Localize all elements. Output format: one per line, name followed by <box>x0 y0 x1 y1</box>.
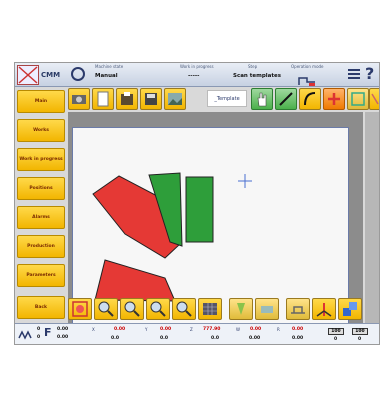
save-icon[interactable] <box>140 88 162 110</box>
step-label: Step <box>248 64 258 69</box>
axis-icon[interactable] <box>312 298 336 320</box>
tab-template[interactable]: _Template <box>207 90 247 107</box>
step-value: Scan templates <box>233 73 282 79</box>
work-in-progress-label: Work in progress <box>180 64 214 69</box>
z-label: Z <box>190 327 193 332</box>
grid-icon[interactable] <box>198 298 222 320</box>
zoom-in-icon[interactable] <box>94 298 118 320</box>
application-window: CMM Machine state Manual Work in progres… <box>14 62 380 345</box>
sidebar-item-parameters[interactable]: Parameters <box>17 264 65 287</box>
f-value-2: 0.00 <box>57 335 69 340</box>
photo-icon[interactable] <box>164 88 186 110</box>
z-value: 777.90 <box>203 327 221 332</box>
camera-icon[interactable] <box>68 88 90 110</box>
sidebar-item-work-in-progress[interactable]: Work in progress <box>17 148 65 171</box>
vertical-scrollbar[interactable] <box>365 112 379 344</box>
ruler-icon[interactable] <box>229 298 253 320</box>
status-bar: 0 0 F 0.00 0.00 X 0.00 0.0 Y 0.00 0.0 Z … <box>15 323 379 344</box>
sheet-icon[interactable] <box>92 88 114 110</box>
crosshair-icon <box>238 174 252 188</box>
x-label: X <box>92 327 95 332</box>
template-sheet[interactable] <box>72 127 349 327</box>
header-bar: CMM Machine state Manual Work in progres… <box>15 63 379 87</box>
status-left-value-2: 0 <box>37 335 41 340</box>
speed-value[interactable]: 100 <box>328 328 344 335</box>
red-shape-lower <box>94 259 176 302</box>
operation-mode-icon[interactable] <box>297 72 317 86</box>
fit-icon[interactable] <box>347 88 369 110</box>
y-value: 0.00 <box>160 327 172 332</box>
globe-icon[interactable] <box>71 67 85 81</box>
transform-icon[interactable] <box>338 298 362 320</box>
measure-icon[interactable] <box>286 298 310 320</box>
drawing-icon[interactable] <box>116 88 138 110</box>
x-sub-value: 0.0 <box>111 336 119 341</box>
line-icon[interactable] <box>275 88 297 110</box>
sidebar-item-alarms[interactable]: Alarms <box>17 206 65 229</box>
sidebar-item-production[interactable]: Production <box>17 235 65 258</box>
arc-icon[interactable] <box>299 88 321 110</box>
select-icon[interactable] <box>68 298 92 320</box>
sidebar-item-works[interactable]: Works <box>17 119 65 142</box>
sidebar-item-positions[interactable]: Positions <box>17 177 65 200</box>
r-value: 0.00 <box>292 327 304 332</box>
layer-icon[interactable] <box>255 298 279 320</box>
y-sub-value: 0.0 <box>160 336 168 341</box>
percent-value[interactable]: 100 <box>352 328 368 335</box>
green-shape-right <box>185 176 214 243</box>
machine-state-label: Machine state <box>95 64 124 69</box>
warning-icon[interactable] <box>369 88 379 110</box>
sidebar-item-back[interactable]: Back <box>17 296 65 319</box>
w-sub-value: 0.00 <box>249 336 261 341</box>
f-label: F <box>44 326 52 339</box>
cmm-logo-icon <box>17 65 39 85</box>
speed-sub-value: 0 <box>334 337 338 342</box>
work-in-progress-value: ----- <box>188 73 200 79</box>
zoom-fit-icon[interactable] <box>172 298 196 320</box>
x-value: 0.00 <box>114 327 126 332</box>
f-value-1: 0.00 <box>57 327 69 332</box>
zoom-out-icon[interactable] <box>120 298 144 320</box>
status-left-value-1: 0 <box>37 327 41 332</box>
r-label: R <box>277 327 280 332</box>
r-sub-value: 0.00 <box>292 336 304 341</box>
help-icon[interactable]: ? <box>365 64 374 84</box>
menu-icon[interactable] <box>348 69 360 81</box>
zoom-area-icon[interactable] <box>146 298 170 320</box>
hand-icon[interactable] <box>251 88 273 110</box>
w-label: W <box>236 327 240 332</box>
plus-icon[interactable] <box>323 88 345 110</box>
machine-state-value: Manual <box>95 73 118 79</box>
w-value: 0.00 <box>250 327 262 332</box>
percent-sub-value: 0 <box>358 337 362 342</box>
z-sub-value: 0.0 <box>211 336 219 341</box>
y-label: Y <box>145 327 148 332</box>
signal-icon <box>18 330 32 340</box>
sidebar-item-main[interactable]: Main <box>17 90 65 113</box>
operation-mode-label: Operation mode <box>291 64 324 69</box>
